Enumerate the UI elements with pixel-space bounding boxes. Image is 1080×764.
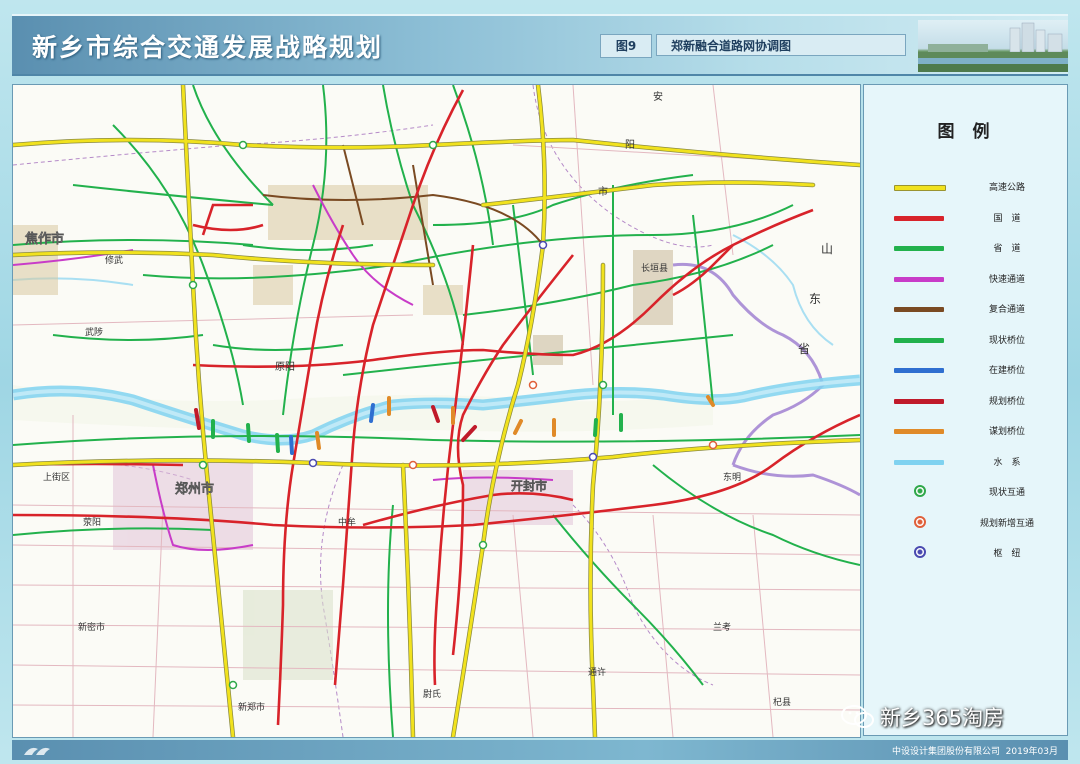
legend-label: 规划新增互通 (979, 518, 1034, 529)
legend-symbol-icon (914, 515, 926, 528)
sheet-footer: 中设设计集团股份有限公司 2019年03月 (12, 740, 1068, 760)
legend-item: 现状互通 (864, 482, 1069, 502)
label-changyuan: 长垣县 (641, 262, 668, 274)
legend-item: 枢 纽 (864, 543, 1069, 563)
proposed-bridge (315, 431, 321, 450)
legend-item: 国 道 (864, 208, 1069, 228)
label-zhongmou: 中牟 (338, 516, 356, 528)
legend-swatch (894, 276, 944, 282)
legend-symbol-icon (914, 485, 926, 497)
legend-label: 国 道 (993, 213, 1021, 224)
label-shandong-dong: 东 (809, 292, 821, 306)
legend-label: 规划桥位 (988, 396, 1025, 407)
legend-title: 图 例 (937, 122, 996, 142)
existing-bridge (275, 433, 280, 453)
label-wuzhi: 武陟 (85, 326, 103, 338)
legend-label: 谋划桥位 (988, 427, 1025, 437)
legend-label: 水 系 (993, 457, 1021, 468)
figure-number: 图9 (600, 34, 652, 58)
legend-swatch (894, 215, 944, 221)
wechat-watermark: 新乡365淘房 (840, 700, 1070, 734)
legend-item: 快速通道 (864, 269, 1069, 289)
label-yuanyang: 原阳 (275, 361, 295, 373)
under-construction-bridge (289, 435, 294, 455)
label-weishi: 尉氏 (423, 688, 441, 700)
label-an: 安 (653, 90, 663, 103)
label-shangjie: 上街区 (43, 471, 70, 483)
legend-item: 规划桥位 (864, 391, 1069, 411)
city-skyline-image (918, 20, 1068, 72)
legend-symbol-icon (914, 546, 926, 558)
legend-label: 高速公路 (988, 183, 1025, 193)
legend-item: 规划新增互通 (864, 513, 1069, 533)
under-construction-bridge (369, 403, 375, 423)
legend-item: 省 道 (864, 238, 1069, 258)
label-kaifeng: 开封市 (511, 478, 547, 493)
map-legend: 图 例 高速公路国 道省 道快速通道复合通道现状桥位在建桥位规划桥位谋划桥位水 … (863, 84, 1068, 736)
plan-date: 2019年03月 (1005, 747, 1058, 757)
legend-item: 谋划桥位 (864, 421, 1069, 441)
legend-label: 快速通道 (988, 274, 1025, 285)
label-lankao: 兰考 (713, 621, 731, 633)
plan-title: 新乡市综合交通发展战略规划 (32, 33, 384, 62)
legend-swatch (894, 337, 944, 343)
legend-swatch (894, 307, 944, 312)
legend-swatch (894, 459, 944, 465)
map-canvas: 焦作市 郑州市 开封市 修武 武陟 阳 安 市 原阳 长垣县 中牟 山 东 省 … (13, 85, 860, 737)
legend-label: 现状互通 (988, 488, 1025, 498)
label-xinmi: 新密市 (78, 621, 105, 633)
label-jiaozuo: 焦作市 (24, 231, 64, 247)
label-xiuwu: 修武 (105, 254, 123, 266)
legend-label: 枢 纽 (993, 549, 1021, 559)
label-xinzheng: 新郑市 (238, 701, 265, 713)
legend-item: 水 系 (864, 452, 1069, 472)
legend-label: 现状桥位 (988, 335, 1025, 346)
legend-label: 在建桥位 (988, 366, 1025, 376)
label-zhengzhou: 郑州市 (175, 481, 214, 497)
watermark-text: 新乡365淘房 (880, 706, 1005, 730)
sheet-header: 新乡市综合交通发展战略规划 图9 郑新融合道路网协调图 (12, 14, 1068, 76)
legend-swatch (894, 246, 944, 251)
company-name: 中设设计集团股份有限公司 (891, 747, 1000, 757)
label-dongming: 东明 (723, 471, 741, 483)
legend-item: 在建桥位 (864, 360, 1069, 380)
legend-label: 复合通道 (988, 305, 1025, 315)
label-qixian: 杞县 (773, 696, 791, 708)
legend-item: 高速公路 (864, 177, 1069, 197)
legend-swatch (894, 398, 944, 404)
legend-item: 现状桥位 (864, 330, 1069, 350)
label-yingyang: 荥阳 (83, 516, 101, 528)
road-network-map[interactable]: 焦作市 郑州市 开封市 修武 武陟 阳 安 市 原阳 长垣县 中牟 山 东 省 … (12, 84, 861, 738)
wechat-icon (841, 705, 874, 728)
label-shandong-shan: 山 (821, 242, 833, 256)
existing-bridge (593, 418, 598, 437)
label-tongxu: 通许 (588, 666, 606, 678)
legend-item: 复合通道 (864, 299, 1069, 319)
company-logo-icon (24, 747, 50, 755)
legend-swatch (894, 185, 946, 191)
legend-label: 省 道 (993, 244, 1021, 254)
figure-title: 郑新融合道路网协调图 (656, 34, 906, 56)
label-shandong-sheng: 省 (798, 342, 810, 356)
existing-bridge (246, 423, 251, 443)
label-yang: 阳 (625, 139, 635, 151)
legend-swatch (894, 429, 944, 434)
label-shi: 市 (598, 185, 608, 198)
legend-swatch (894, 368, 944, 373)
